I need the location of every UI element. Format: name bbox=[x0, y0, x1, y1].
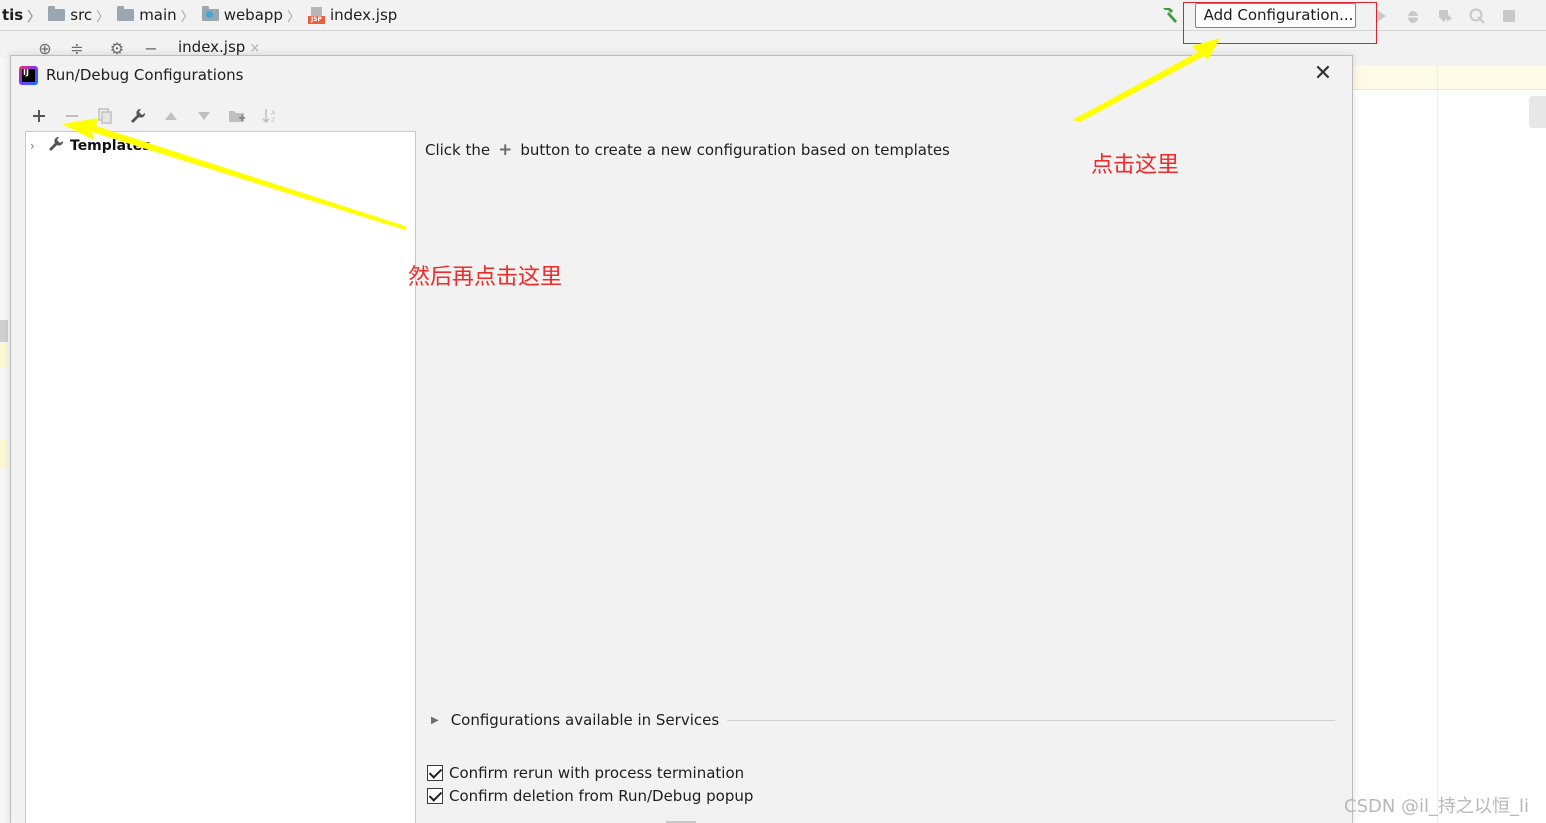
annotation-click-here: 点击这里 bbox=[1091, 153, 1180, 178]
expand-triangle-icon: ▶ bbox=[431, 714, 439, 726]
remove-icon[interactable] bbox=[62, 105, 82, 127]
svg-text:A: A bbox=[271, 110, 276, 117]
add-icon[interactable] bbox=[29, 105, 49, 127]
current-line-highlight bbox=[1353, 66, 1546, 90]
chevron-right-icon: 〉 bbox=[96, 9, 110, 25]
folder-icon bbox=[48, 6, 66, 21]
dialog-toolbar: AZ bbox=[29, 104, 280, 128]
chevron-right-icon[interactable]: › bbox=[30, 139, 42, 153]
chevron-right-icon: 〉 bbox=[180, 9, 194, 25]
debug-icon[interactable] bbox=[1402, 5, 1424, 27]
run-toolbar bbox=[1370, 5, 1520, 27]
tree-item-label: Templates bbox=[70, 138, 151, 154]
empty-state-hint: Click the + button to create a new confi… bbox=[425, 140, 950, 160]
browser-preview-icon[interactable] bbox=[1529, 96, 1546, 128]
stop-icon[interactable] bbox=[1498, 5, 1520, 27]
services-label: Configurations available in Services bbox=[450, 711, 720, 729]
breadcrumb-label: src bbox=[70, 6, 93, 24]
hammer-icon[interactable] bbox=[1160, 6, 1180, 24]
close-tab-icon[interactable]: × bbox=[249, 41, 260, 56]
svg-text:Z: Z bbox=[271, 117, 275, 124]
checkbox-label: Confirm rerun with process termination bbox=[449, 764, 745, 782]
wrench-icon[interactable] bbox=[128, 105, 148, 127]
breadcrumb-item-src[interactable]: src 〉 bbox=[46, 0, 115, 31]
copy-icon[interactable] bbox=[95, 105, 115, 127]
tree-item-templates[interactable]: › Templates bbox=[30, 136, 151, 156]
breadcrumb-label: tis bbox=[2, 6, 24, 24]
right-margin-guide bbox=[1437, 66, 1438, 823]
checkbox-label: Confirm deletion from Run/Debug popup bbox=[449, 787, 754, 805]
chevron-right-icon: 〉 bbox=[286, 9, 300, 25]
checkbox[interactable] bbox=[427, 765, 443, 781]
chevron-right-icon: 〉 bbox=[27, 9, 41, 25]
breadcrumb-item-project[interactable]: tis 〉 bbox=[0, 0, 46, 31]
coverage-icon[interactable] bbox=[1434, 5, 1456, 27]
close-icon[interactable]: ✕ bbox=[1311, 62, 1335, 86]
intellij-logo-icon: IJ bbox=[19, 65, 38, 85]
plus-icon: + bbox=[498, 140, 513, 160]
dialog-title-bar: IJ Run/Debug Configurations bbox=[19, 64, 243, 86]
wrench-icon bbox=[48, 136, 64, 156]
confirm-deletion-checkbox[interactable]: Confirm deletion from Run/Debug popup bbox=[427, 786, 753, 806]
breadcrumb-item-webapp[interactable]: webapp 〉 bbox=[200, 0, 306, 31]
hint-text-after: button to create a new configuration bas… bbox=[520, 141, 950, 159]
breadcrumb-item-main[interactable]: main 〉 bbox=[115, 0, 200, 31]
move-up-icon[interactable] bbox=[161, 105, 181, 127]
annotation-then-click-here: 然后再点击这里 bbox=[408, 265, 563, 290]
hint-text-before: Click the bbox=[425, 141, 491, 159]
move-down-icon[interactable] bbox=[194, 105, 214, 127]
checkbox[interactable] bbox=[427, 788, 443, 804]
project-panel-edge bbox=[0, 58, 10, 823]
editor-tab-index-jsp[interactable]: index.jsp × bbox=[178, 38, 260, 56]
watermark: CSDN @il_持之以恒_li bbox=[1344, 796, 1530, 817]
profile-icon[interactable] bbox=[1466, 5, 1488, 27]
configuration-tree[interactable]: › Templates bbox=[25, 131, 416, 823]
divider bbox=[727, 719, 1335, 721]
confirm-rerun-checkbox[interactable]: Confirm rerun with process termination bbox=[427, 763, 744, 783]
breadcrumb-label: webapp bbox=[223, 6, 283, 24]
sort-icon[interactable]: AZ bbox=[260, 105, 280, 127]
scroll-marker bbox=[0, 320, 8, 342]
dialog-title: Run/Debug Configurations bbox=[46, 66, 244, 84]
jsp-file-icon: JSP bbox=[307, 6, 325, 24]
scroll-marker bbox=[0, 440, 8, 468]
highlight-box bbox=[1183, 2, 1377, 44]
services-section-toggle[interactable]: ▶ Configurations available in Services bbox=[431, 710, 1335, 730]
breadcrumb-item-index-jsp[interactable]: JSP index.jsp bbox=[306, 0, 399, 31]
folder-add-icon[interactable] bbox=[227, 105, 247, 127]
web-folder-icon bbox=[201, 6, 219, 21]
scroll-marker bbox=[0, 344, 8, 368]
code-editor-area[interactable] bbox=[1352, 66, 1546, 823]
tab-label: index.jsp bbox=[178, 38, 246, 56]
breadcrumb-label: main bbox=[139, 6, 177, 24]
folder-icon bbox=[117, 6, 135, 21]
breadcrumb-label: index.jsp bbox=[329, 6, 398, 24]
